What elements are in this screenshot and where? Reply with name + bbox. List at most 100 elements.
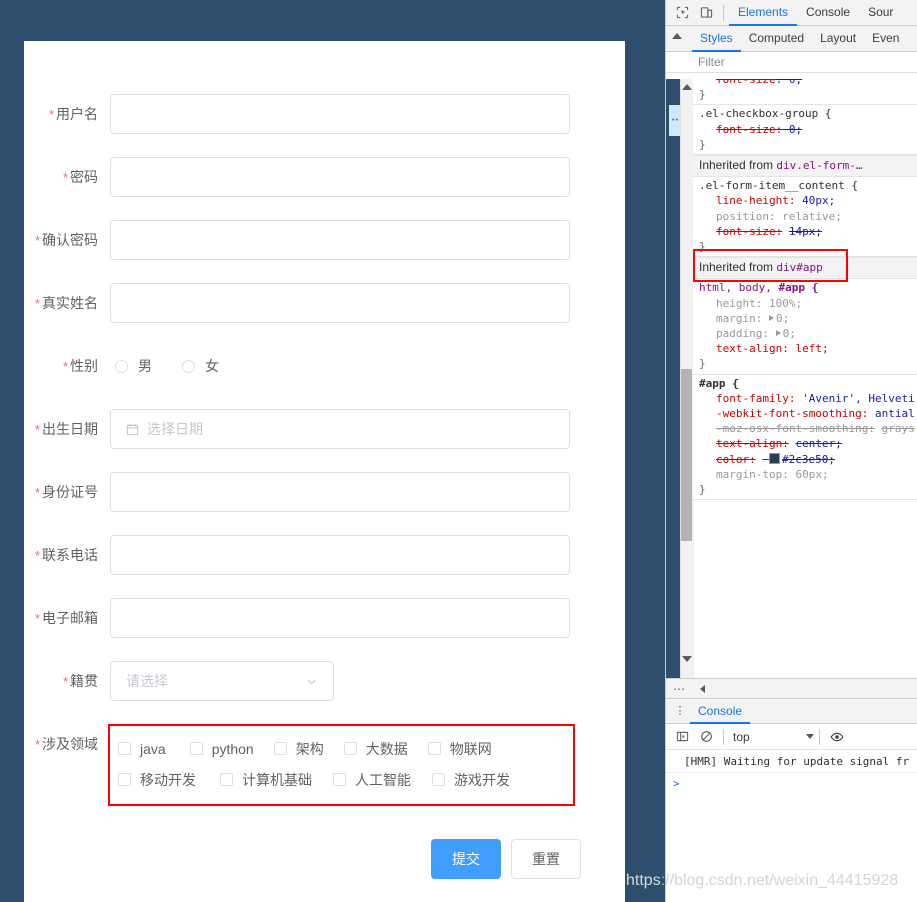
tab-sources[interactable]: Sour xyxy=(859,0,902,26)
css-value[interactable]: 14px; xyxy=(789,225,822,238)
realname-input[interactable] xyxy=(110,283,570,323)
css-value[interactable]: 40px; xyxy=(802,194,835,207)
radio-gender-female[interactable]: 女 xyxy=(182,346,219,386)
inherited-selector[interactable]: div#app xyxy=(776,261,822,274)
css-value[interactable]: #2c3e50; xyxy=(782,453,835,466)
css-property[interactable]: -webkit-font-smoothing: xyxy=(716,407,868,420)
scrollbar-down-arrow-icon[interactable] xyxy=(682,656,692,662)
checkbox-box-icon xyxy=(220,773,233,786)
tab-console[interactable]: Console xyxy=(797,0,859,26)
clear-console-icon[interactable] xyxy=(694,725,718,749)
checkbox-box-icon xyxy=(273,742,287,755)
scroll-up-icon[interactable] xyxy=(672,33,682,39)
submit-button[interactable]: 提交 xyxy=(431,839,501,879)
label-confirm-password: * 确认密码 xyxy=(34,232,98,248)
css-selector-part[interactable]: html, xyxy=(699,281,739,294)
tab-elements[interactable]: Elements xyxy=(729,0,798,26)
css-property[interactable]: font-family: xyxy=(716,392,795,405)
expand-triangle-icon[interactable] xyxy=(768,314,774,321)
css-value[interactable]: 0; xyxy=(776,312,789,325)
css-property[interactable]: margin: xyxy=(716,312,762,325)
css-property[interactable]: text-align: xyxy=(716,437,789,450)
more-options-icon[interactable]: ⋮ xyxy=(670,706,690,717)
css-selector[interactable]: #app { xyxy=(699,377,739,390)
css-property[interactable]: font-size: xyxy=(716,225,782,238)
css-rule-html-body-app: html, body, #app { height: 100%; margin:… xyxy=(693,279,917,375)
console-input-prompt[interactable]: > xyxy=(666,773,917,794)
tab-layout[interactable]: Layout xyxy=(812,26,864,52)
phone-input[interactable] xyxy=(110,535,570,575)
css-selector[interactable]: .el-form-item__content { xyxy=(699,179,858,192)
css-value[interactable]: antial xyxy=(875,407,915,420)
css-selector[interactable]: .el-checkbox-group { xyxy=(699,107,831,120)
css-value[interactable]: grays xyxy=(882,422,915,435)
scroll-left-arrow-icon[interactable] xyxy=(700,684,705,693)
chevron-down-icon xyxy=(305,675,318,688)
label-email: * 电子邮箱 xyxy=(34,610,98,626)
css-close-brace: } xyxy=(699,137,706,151)
css-property[interactable]: font-size xyxy=(716,79,776,86)
reset-button[interactable]: 重置 xyxy=(511,839,581,879)
color-swatch-icon[interactable] xyxy=(769,452,780,464)
css-property[interactable]: line-height: xyxy=(716,194,795,207)
tab-computed[interactable]: Computed xyxy=(741,26,812,52)
expand-triangle-icon[interactable] xyxy=(775,330,781,337)
css-value[interactable]: 0; xyxy=(789,123,802,136)
css-value[interactable]: 60px; xyxy=(795,468,828,481)
css-value[interactable]: 100%; xyxy=(769,297,802,310)
sidebar-toggle-icon[interactable] xyxy=(670,725,694,749)
eye-icon[interactable] xyxy=(825,725,849,749)
inherited-label: Inherited from xyxy=(699,260,774,275)
calendar-icon xyxy=(126,423,139,436)
css-value[interactable]: 0; xyxy=(783,327,796,340)
hometown-select[interactable]: 请选择 xyxy=(110,661,334,701)
console-context-select[interactable]: top xyxy=(733,730,814,744)
css-value[interactable]: relative; xyxy=(782,210,842,223)
password-input[interactable] xyxy=(110,157,570,197)
checkbox-cs-fundamentals[interactable]: 计算机基础 xyxy=(220,760,312,800)
overflow-menu-icon[interactable]: ⋯ xyxy=(666,682,693,696)
scrollbar-up-arrow-icon[interactable] xyxy=(682,84,692,90)
radio-circle-icon xyxy=(115,359,128,373)
radio-label: 男 xyxy=(138,358,152,374)
confirm-password-input[interactable] xyxy=(110,220,570,260)
css-value[interactable]: 0; xyxy=(789,79,802,86)
css-property[interactable]: height: xyxy=(716,297,762,310)
checkbox-row-2: 移动开发 计算机基础 人工智能 游戏开发 xyxy=(118,764,565,795)
tab-event-listeners[interactable]: Even xyxy=(864,26,907,52)
tab-styles[interactable]: Styles xyxy=(692,26,741,52)
birthdate-date-picker[interactable]: 选择日期 xyxy=(110,409,570,449)
username-input[interactable] xyxy=(110,94,570,134)
tab-console-drawer[interactable]: Console xyxy=(690,699,751,724)
css-value[interactable]: 'Avenir', Helveti xyxy=(802,392,915,405)
css-selector-part[interactable]: #app { xyxy=(779,281,819,294)
css-value[interactable]: left; xyxy=(795,342,828,355)
css-property[interactable]: position: xyxy=(716,210,776,223)
css-value[interactable]: center; xyxy=(795,437,841,450)
checkbox-mobile-dev[interactable]: 移动开发 xyxy=(118,760,196,800)
inspect-element-icon[interactable] xyxy=(670,1,694,25)
css-property[interactable]: color: xyxy=(716,453,756,466)
styles-filter-input[interactable]: Filter xyxy=(666,52,917,73)
css-property[interactable]: text-align: xyxy=(716,342,789,355)
css-property[interactable]: margin-top: xyxy=(716,468,789,481)
panel-splitter-bar[interactable]: ⋯ xyxy=(666,678,917,699)
required-asterisk: * xyxy=(48,107,54,122)
css-property[interactable]: font-size: xyxy=(716,123,782,136)
css-property[interactable]: -moz-osx-font-smoothing: xyxy=(716,422,875,435)
form-item-gender: * 性别 男 女 xyxy=(24,346,625,387)
content-fields-of-interest: java python 架构 大数据 物联网 移动开发 计算机基础 人工智能 游… xyxy=(108,724,625,806)
checkbox-box-icon xyxy=(189,742,203,755)
device-toolbar-icon[interactable] xyxy=(694,1,718,25)
email-input[interactable] xyxy=(110,598,570,638)
idcard-input[interactable] xyxy=(110,472,570,512)
checkbox-game-dev[interactable]: 游戏开发 xyxy=(432,760,510,800)
required-asterisk: * xyxy=(62,674,68,689)
checkbox-box-icon xyxy=(333,773,346,786)
css-property[interactable]: padding: xyxy=(716,327,769,340)
styles-scrollbar-thumb[interactable] xyxy=(681,369,692,541)
css-selector-part[interactable]: body, xyxy=(739,281,779,294)
inherited-selector[interactable]: div.el-form-… xyxy=(776,159,862,172)
checkbox-ai[interactable]: 人工智能 xyxy=(333,760,411,800)
radio-gender-male[interactable]: 男 xyxy=(115,346,152,386)
